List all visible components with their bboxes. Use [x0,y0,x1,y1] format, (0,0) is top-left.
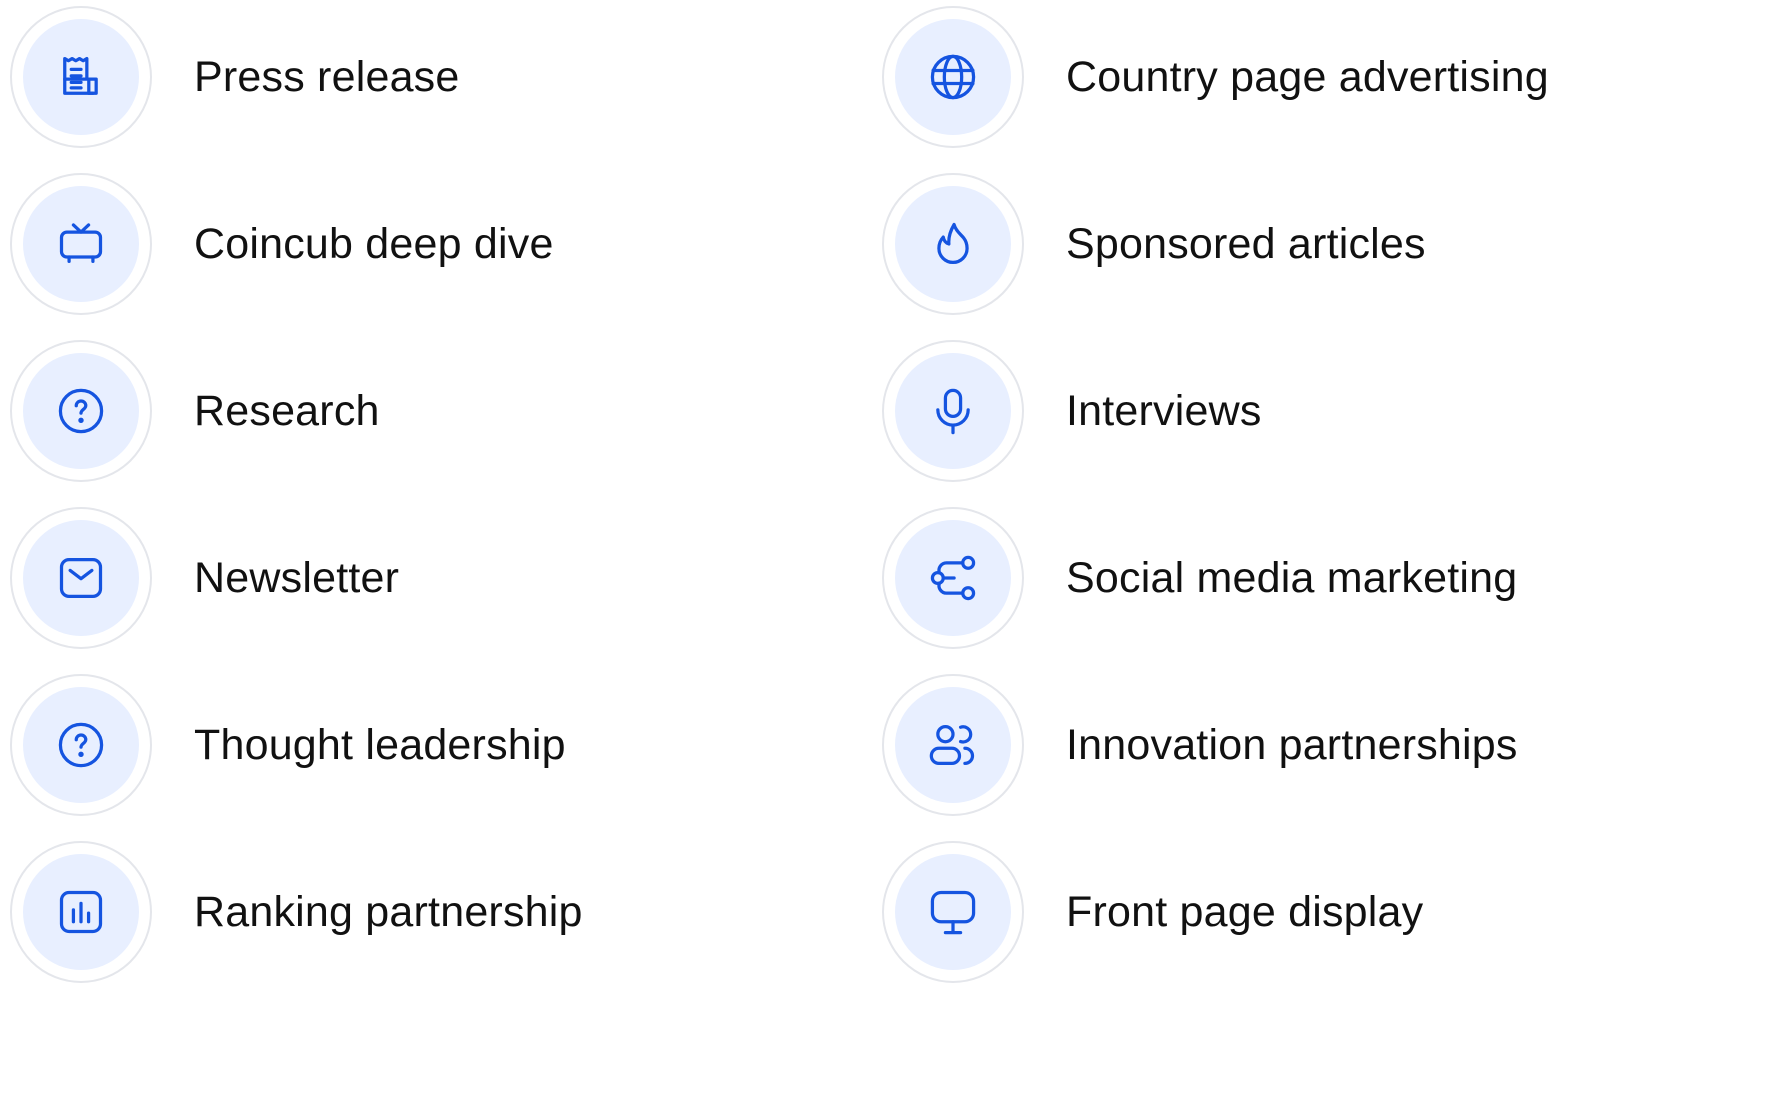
service-item-press-release[interactable]: Press release [10,0,860,160]
question-circle-icon [58,722,104,768]
service-icon-circle [882,173,1024,315]
service-item-country-page-advertising[interactable]: Country page advertising [882,0,1762,160]
microphone-icon [936,388,970,435]
service-label: Sponsored articles [1066,219,1426,268]
mail-icon [59,557,103,599]
service-icon-circle [10,340,152,482]
service-icon-circle [882,6,1024,148]
service-label: Research [194,386,380,435]
service-item-newsletter[interactable]: Newsletter [10,495,860,661]
service-label: Press release [194,52,460,101]
monitor-icon [930,890,976,935]
service-item-interviews[interactable]: Interviews [882,328,1762,494]
services-list: Press release Coincub deep dive Research… [0,0,1774,1116]
service-label: Country page advertising [1066,52,1549,101]
service-label: Social media marketing [1066,553,1518,602]
service-icon-circle [10,173,152,315]
service-icon-circle [882,507,1024,649]
service-icon-circle [10,507,152,649]
service-item-social-media-marketing[interactable]: Social media marketing [882,495,1762,661]
service-label: Thought leadership [194,720,566,769]
service-item-innovation-partnerships[interactable]: Innovation partnerships [882,662,1762,828]
service-item-research[interactable]: Research [10,328,860,494]
service-item-front-page-display[interactable]: Front page display [882,829,1762,995]
service-icon-circle [882,340,1024,482]
question-circle-icon [58,388,104,434]
share-nodes-icon [930,555,976,601]
service-icon-circle [882,674,1024,816]
service-label: Coincub deep dive [194,219,554,268]
service-label: Interviews [1066,386,1262,435]
service-item-coincub-deep-dive[interactable]: Coincub deep dive [10,161,860,327]
service-icon-circle [10,6,152,148]
globe-icon [930,54,976,100]
service-icon-circle [10,841,152,983]
service-item-sponsored-articles[interactable]: Sponsored articles [882,161,1762,327]
service-item-ranking-partnership[interactable]: Ranking partnership [10,829,860,995]
service-label: Newsletter [194,553,400,602]
users-icon [929,724,975,766]
service-icon-circle [10,674,152,816]
service-item-thought-leadership[interactable]: Thought leadership [10,662,860,828]
flame-icon [937,222,969,264]
service-label: Innovation partnerships [1066,720,1518,769]
bar-chart-icon [59,890,103,934]
newspaper-icon [63,56,98,95]
service-label: Ranking partnership [194,887,583,936]
tv-icon [59,223,103,263]
service-label: Front page display [1066,887,1424,936]
service-icon-circle [882,841,1024,983]
